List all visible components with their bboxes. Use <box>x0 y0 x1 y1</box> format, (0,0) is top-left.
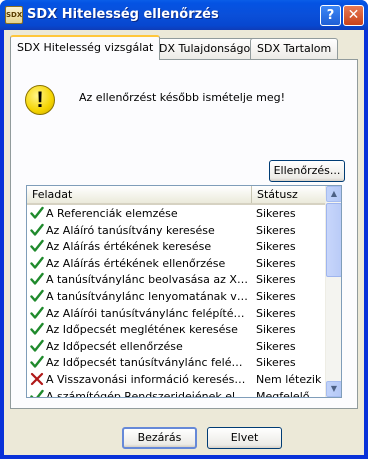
status-label: Sikeres <box>256 256 296 270</box>
list-item[interactable]: A tanúsítványlánc beolvasása az XML ... S… <box>27 271 325 288</box>
tab-hiteleseg-vizsgalat[interactable]: SDX Hitelesség vizsgálat <box>10 35 161 60</box>
task-label: Az Időpecsét megléténeк keresése <box>46 323 238 337</box>
list-item[interactable]: A tanúsítványlánc lenyomatának vizsgál..… <box>27 288 325 305</box>
list-item[interactable]: Az Aláírás értékének keresése Sikeres <box>27 238 325 255</box>
title-bar[interactable]: SDX SDX Hitelesség ellenőrzés ? ✕ <box>0 0 368 30</box>
task-label: Az Aláírói tanúsítványlánc felépítése a … <box>46 306 248 320</box>
checkmark-icon <box>30 273 44 286</box>
checkmark-icon <box>30 339 44 352</box>
status-label: Sikeres <box>256 240 296 254</box>
list-item[interactable]: Az Időpecsét megléténeк keresése Sikeres <box>27 321 325 338</box>
task-label: Az Időpecsét ellenőrzése <box>46 339 183 353</box>
list-item[interactable]: A Visszavonási információ keresése az ..… <box>27 371 325 388</box>
task-label: Az Időpecsét tanúsítványlánc felépítés..… <box>46 356 248 370</box>
tab-panel: ! Az ellenőrzést később ismételje meg! E… <box>10 59 358 409</box>
checkmark-icon <box>30 256 44 269</box>
vertical-scrollbar[interactable]: ▲ ▼ <box>325 186 341 397</box>
tab-tulajdonsagok[interactable]: SDX Tulajdonságok <box>145 38 264 59</box>
checkmark-icon <box>30 289 44 302</box>
task-list: Feladat Státusz A Referenciák elemzése Si… <box>26 185 342 398</box>
task-label: Az Aláíró tanúsítvány keresése <box>46 223 215 237</box>
task-label: Az Aláírás értékének keresése <box>46 240 212 254</box>
status-label: Sikeres <box>256 306 296 320</box>
warning-exclamation-icon: ! <box>25 85 55 115</box>
close-window-button[interactable]: ✕ <box>343 5 364 26</box>
close-button[interactable]: Bezárás <box>122 427 197 449</box>
list-header: Feladat Státusz <box>27 186 325 205</box>
list-item[interactable]: A Referenciák elemzése Sikeres <box>27 205 325 222</box>
scroll-thumb[interactable] <box>326 203 341 277</box>
status-message: Az ellenőrzést később ismételje meg! <box>79 91 286 104</box>
checkmark-icon <box>30 239 44 252</box>
sdx-app-icon: SDX <box>5 6 23 24</box>
window-title: SDX Hitelesség ellenőrzés <box>27 7 219 22</box>
tab-tartalom[interactable]: SDX Tartalom <box>250 38 339 59</box>
dialog-client-area: SDX Hitelesség vizsgálat SDX Tulajdonság… <box>4 30 364 455</box>
status-label: Sikeres <box>256 289 296 303</box>
help-button[interactable]: ? <box>320 5 341 26</box>
status-label: Sikeres <box>256 223 296 237</box>
scroll-down-icon[interactable]: ▼ <box>326 381 341 397</box>
status-label: Sikeres <box>256 356 296 370</box>
checkmark-icon <box>30 389 44 397</box>
status-label: Sikeres <box>256 323 296 337</box>
list-item[interactable]: Az Aláírás értékének ellenőrzése Sikeres <box>27 255 325 272</box>
status-label: Megfelelő - i... <box>256 389 324 398</box>
checkmark-icon <box>30 356 44 369</box>
task-label: A tanúsítványlánc beolvasása az XML ... <box>46 273 248 287</box>
task-label: A számítógép Rendszerideјének ellenőr... <box>46 389 248 398</box>
checkmark-icon <box>30 206 44 219</box>
list-item[interactable]: A számítógép Rendszerideјének ellenőr...… <box>27 388 325 398</box>
status-label: Sikeres <box>256 207 296 220</box>
checkmark-icon <box>30 322 44 335</box>
check-button[interactable]: Ellenőrzés... <box>269 160 345 182</box>
status-label: Sikeres <box>256 273 296 287</box>
task-label: A Referenciák elemzése <box>46 207 178 220</box>
task-label: A tanúsítványlánc lenyomatának vizsgál..… <box>46 289 248 303</box>
list-item[interactable]: Az Időpecsét ellenőrzése Sikeres <box>27 338 325 355</box>
checkmark-icon <box>30 223 44 236</box>
dialog-window: SDX SDX Hitelesség ellenőrzés ? ✕ SDX Hi… <box>0 0 368 459</box>
task-label: A Visszavonási információ keresése az ..… <box>46 372 248 386</box>
status-label: Sikeres <box>256 339 296 353</box>
checkmark-icon <box>30 306 44 319</box>
discard-button[interactable]: Elvet <box>207 427 282 449</box>
task-label: Az Aláírás értékének ellenőrzése <box>46 256 226 270</box>
scroll-up-icon[interactable]: ▲ <box>326 186 341 202</box>
column-header-task[interactable]: Feladat <box>27 186 252 203</box>
list-item[interactable]: Az Időpecsét tanúsítványlánc felépítés..… <box>27 354 325 371</box>
cross-icon <box>30 372 44 386</box>
list-rows: A Referenciák elemzése Sikeres Az Aláíró t… <box>27 205 325 398</box>
list-item[interactable]: Az Aláírói tanúsítványlánc felépítése a … <box>27 305 325 322</box>
column-header-status[interactable]: Státusz <box>252 186 325 203</box>
list-item[interactable]: Az Aláíró tanúsítvány keresése Sikeres <box>27 222 325 239</box>
status-label: Nem létezik <box>256 372 322 386</box>
